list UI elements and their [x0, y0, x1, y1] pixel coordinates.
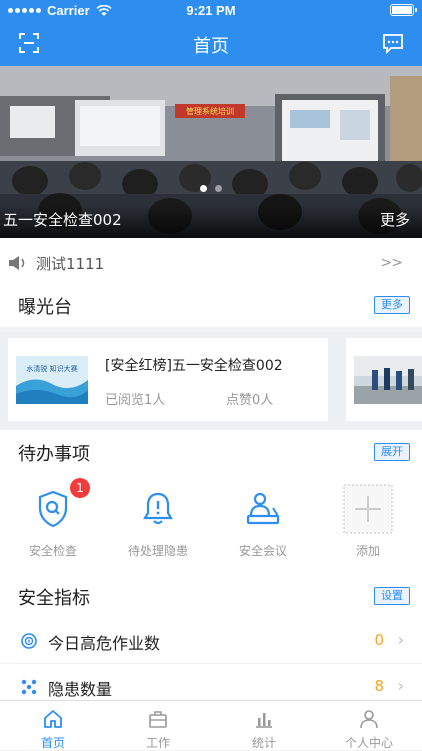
- briefcase-icon: [149, 711, 167, 728]
- todo-label: 安全会议: [238, 544, 287, 558]
- speaker-icon: [9, 256, 25, 270]
- tab-label: 个人中心: [344, 736, 393, 750]
- exposure-more-button[interactable]: 更多: [374, 296, 410, 314]
- todo-expand-button[interactable]: 展开: [374, 443, 410, 461]
- todo-item-safety-check[interactable]: 1 安全检查: [8, 474, 98, 574]
- danger-icon: [21, 633, 37, 649]
- tab-label: 首页: [40, 736, 65, 750]
- home-icon: [44, 710, 62, 728]
- metrics-header: 安全指标 设置: [0, 574, 422, 618]
- metric-value: 0: [374, 631, 384, 649]
- bell-alert-icon: [143, 492, 173, 524]
- notice-text: 测试1111: [36, 255, 105, 273]
- banner-sign-text: 管理系统培训: [186, 106, 234, 116]
- todo-item-pending-hazard[interactable]: 待处理隐患: [113, 474, 203, 574]
- metric-label: 今日高危作业数: [48, 634, 161, 653]
- add-icon: [343, 484, 393, 534]
- status-bar: Carrier 9:21 PM: [0, 0, 422, 20]
- page-title: 首页: [193, 36, 229, 57]
- tab-work[interactable]: 工作: [105, 701, 211, 751]
- pager-dot: [215, 185, 222, 192]
- todo-label: 安全检查: [28, 544, 77, 558]
- notice-bar[interactable]: 测试1111 >>: [0, 238, 422, 288]
- section-title-todo: 待办事项: [18, 444, 90, 465]
- todo-item-safety-meeting[interactable]: 安全会议: [218, 474, 308, 574]
- section-title-exposure: 曝光台: [18, 297, 72, 318]
- exposure-card[interactable]: 水清锐 知识大赛 [安全红榜]五一安全检查002 已阅览1人 点赞0人: [8, 338, 328, 421]
- metric-row-high-risk[interactable]: 今日高危作业数 0 ›: [0, 618, 422, 663]
- thumbnail-logo-text: 水清锐 知识大赛: [26, 364, 77, 373]
- tab-label: 统计: [251, 736, 276, 750]
- hazard-icon: [21, 679, 37, 695]
- notice-more-arrows[interactable]: >>: [381, 255, 403, 271]
- exposure-like-count: 点赞0人: [226, 393, 274, 408]
- metrics-settings-button[interactable]: 设置: [374, 587, 410, 605]
- todo-badge: 1: [70, 478, 90, 498]
- banner-caption: 五一安全检查002: [3, 211, 122, 229]
- todo-header: 待办事项 展开: [0, 430, 422, 474]
- chart-icon: [256, 713, 272, 728]
- exposure-strip[interactable]: 水清锐 知识大赛 [安全红榜]五一安全检查002 已阅览1人 点赞0人: [0, 332, 422, 427]
- exposure-thumbnail: 水清锐 知识大赛: [16, 356, 88, 404]
- shield-search-icon: [38, 490, 68, 528]
- banner-more-link[interactable]: 更多: [380, 209, 410, 230]
- todo-label: 待处理隐患: [127, 544, 188, 558]
- tab-bar: 首页 工作 统计 个人中心: [0, 700, 422, 750]
- tab-profile[interactable]: 个人中心: [316, 701, 422, 751]
- banner-carousel[interactable]: 管理系统培训 五一安全检查002 更多: [0, 66, 422, 238]
- meeting-icon: [246, 492, 280, 525]
- exposure-read-count: 已阅览1人: [105, 393, 166, 408]
- tab-home[interactable]: 首页: [0, 701, 106, 751]
- chevron-right-icon: ›: [397, 676, 404, 695]
- exposure-card-title: [安全红榜]五一安全检查002: [105, 358, 283, 374]
- pager-dot: [200, 185, 207, 192]
- todo-label: 添加: [355, 544, 380, 558]
- tab-label: 工作: [145, 736, 170, 750]
- todo-grid: 1 安全检查 待处理隐患 安全会议 添加: [0, 474, 422, 574]
- exposure-header: 曝光台 更多: [0, 283, 422, 327]
- chevron-right-icon: ›: [397, 630, 404, 649]
- message-icon[interactable]: [382, 32, 404, 54]
- exposure-thumbnail: [354, 356, 422, 404]
- section-title-metrics: 安全指标: [18, 588, 90, 609]
- tab-statistics[interactable]: 统计: [211, 701, 317, 751]
- carousel-pager: [200, 185, 222, 192]
- user-icon: [360, 710, 378, 729]
- status-time: 9:21 PM: [186, 3, 236, 18]
- metric-value: 8: [374, 677, 384, 695]
- exposure-card[interactable]: [346, 338, 422, 421]
- todo-item-add[interactable]: 添加: [323, 474, 413, 574]
- nav-bar: 首页: [0, 20, 422, 66]
- metric-label: 隐患数量: [48, 680, 113, 699]
- battery-icon: [390, 4, 417, 16]
